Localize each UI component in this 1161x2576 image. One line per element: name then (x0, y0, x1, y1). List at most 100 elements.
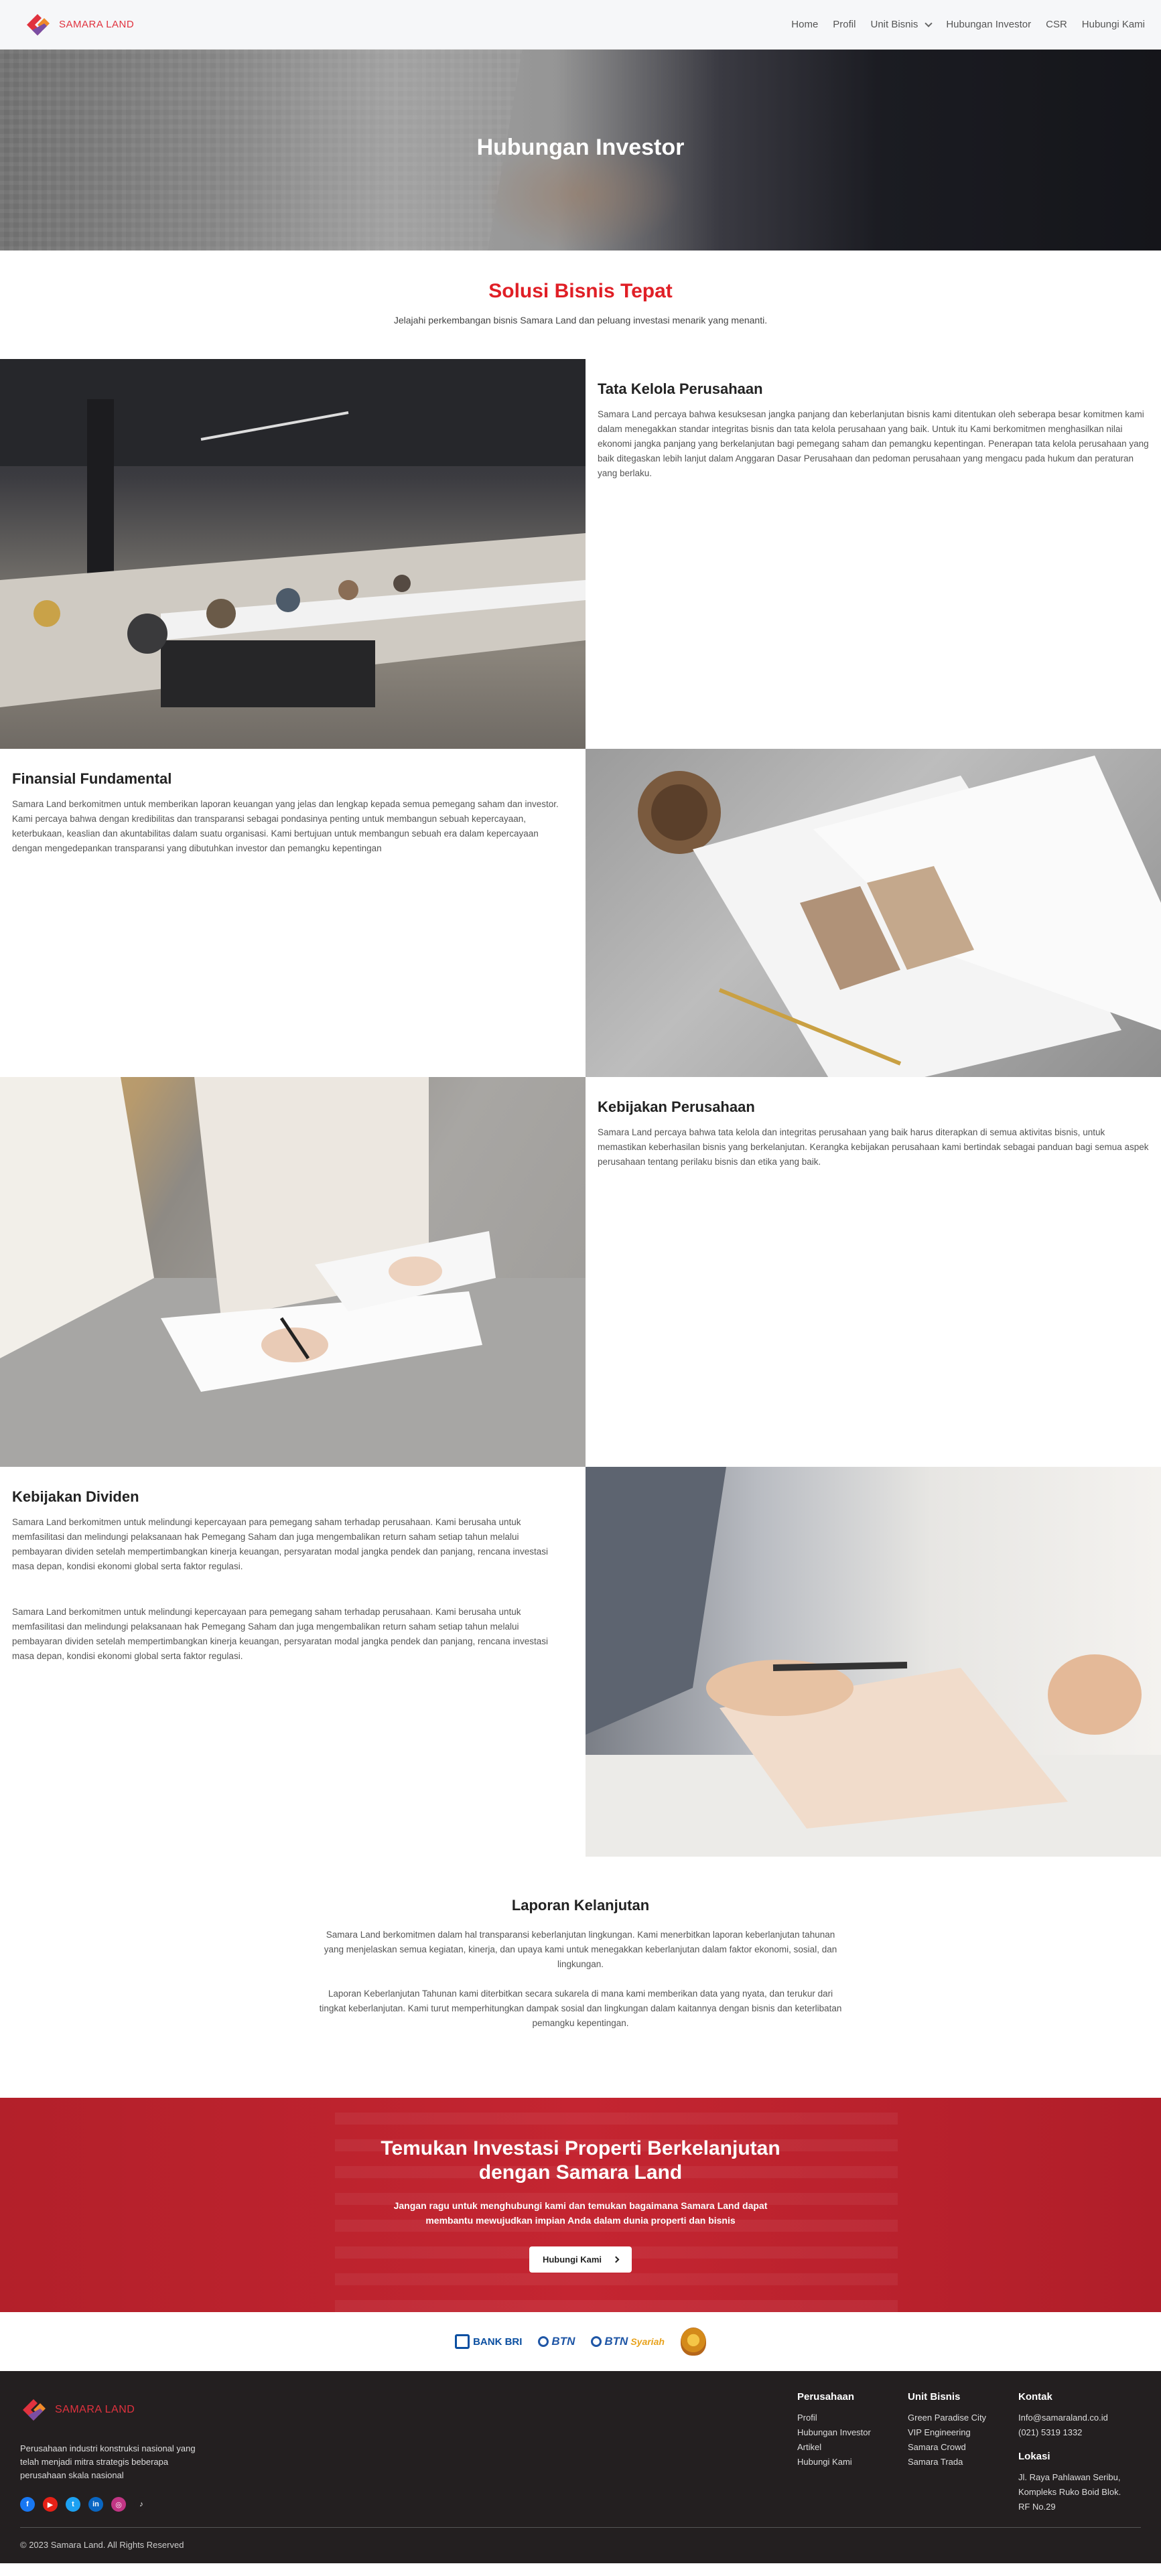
kebijakan-perusahaan-text: Kebijakan Perusahaan Samara Land percaya… (586, 1077, 1161, 1467)
office-illustration (0, 359, 586, 707)
laporan-title: Laporan Kelanjutan (511, 1897, 650, 1914)
nav-profil[interactable]: Profil (833, 19, 856, 30)
footer-tagline: Perusahaan industri konstruksi nasional … (20, 2443, 196, 2480)
cta-title: Temukan Investasi Properti Berkelanjutan… (0, 2098, 1161, 2185)
intro-section: Solusi Bisnis Tepat Jelajahi perkembanga… (0, 251, 1161, 359)
chevron-down-icon (925, 19, 933, 27)
footer-link-artikel[interactable]: Artikel (797, 2440, 908, 2455)
tata-kelola-title: Tata Kelola Perusahaan (598, 380, 763, 397)
tiktok-icon[interactable]: ♪ (134, 2497, 149, 2512)
government-emblem-icon (680, 2328, 706, 2356)
footer-link-hubungi-kami[interactable]: Hubungi Kami (797, 2455, 908, 2470)
nav-hubungan-investor[interactable]: Hubungan Investor (946, 19, 1031, 30)
footer-brand-part1: SAMARA (55, 2404, 102, 2415)
handover-illustration (586, 1467, 1161, 1857)
kebijakan-dividen-text: Kebijakan Dividen Samara Land berkomitme… (0, 1467, 586, 1857)
brand-logo[interactable]: SAMARA LAND (24, 11, 134, 38)
samara-logo-icon (27, 13, 50, 35)
footer-perusahaan: Perusahaan Profil Hubungan Investor Arti… (797, 2391, 908, 2514)
btn-logo: BTN (538, 2335, 575, 2348)
nav-csr[interactable]: CSR (1046, 19, 1067, 30)
btn-icon (538, 2336, 549, 2347)
brand-name-part2: LAND (103, 19, 135, 30)
finansial-text: Finansial Fundamental Samara Land berkom… (0, 749, 586, 1077)
footer-copyright: © 2023 Samara Land. All Rights Reserved (20, 2527, 1141, 2563)
bri-label: BANK BRI (473, 2336, 523, 2348)
social-links: f ▶ t in ◎ ♪ (20, 2497, 208, 2512)
footer-link-vip-engineering[interactable]: VIP Engineering (908, 2425, 1018, 2440)
youtube-icon[interactable]: ▶ (43, 2497, 58, 2512)
footer-kontak-title: Kontak (1018, 2391, 1052, 2403)
tata-kelola-text: Tata Kelola Perusahaan Samara Land perca… (586, 359, 1161, 749)
facebook-icon[interactable]: f (20, 2497, 35, 2512)
office-photo (0, 359, 586, 749)
intro-subtitle: Jelajahi perkembangan bisnis Samara Land… (393, 315, 768, 326)
nav-unit-bisnis[interactable]: Unit Bisnis (870, 19, 933, 30)
nav-hubungi-kami[interactable]: Hubungi Kami (1082, 19, 1145, 30)
bri-icon (455, 2334, 470, 2349)
signing-photo (0, 1077, 586, 1467)
syariah-label: Syariah (630, 2336, 665, 2347)
cta-banner: Temukan Investasi Properti Berkelanjutan… (0, 2098, 1161, 2312)
footer-link-green-paradise[interactable]: Green Paradise City (908, 2411, 1018, 2425)
cta-title-line1: Temukan Investasi Properti Berkelanjutan (381, 2137, 780, 2159)
laporan-paragraph-2: Laporan Keberlanjutan Tahunan kami diter… (319, 1989, 842, 2028)
footer-link-profil[interactable]: Profil (797, 2411, 908, 2425)
page-title: Hubungan Investor (476, 135, 685, 160)
footer-email[interactable]: Info@samaraland.co.id (1018, 2411, 1129, 2425)
footer-perusahaan-title: Perusahaan (797, 2391, 855, 2403)
footer-brand-part2: LAND (101, 2404, 135, 2415)
documents-photo (586, 749, 1161, 1077)
footer-link-hubungan-investor[interactable]: Hubungan Investor (797, 2425, 908, 2440)
section-tata-kelola: Tata Kelola Perusahaan Samara Land perca… (0, 359, 1161, 749)
footer-phone[interactable]: (021) 5319 1332 (1018, 2425, 1129, 2440)
samara-logo-icon (23, 2399, 46, 2421)
finansial-body: Samara Land berkomitmen untuk memberikan… (12, 799, 559, 853)
footer-logo[interactable]: SAMARA LAND (20, 2396, 208, 2423)
nav-home[interactable]: Home (791, 19, 818, 30)
documents-illustration (638, 756, 1161, 1077)
bank-bri-logo: BANK BRI (455, 2334, 522, 2349)
footer-kontak: Kontak Info@samaraland.co.id (021) 5319 … (1018, 2391, 1129, 2514)
footer-link-samara-crowd[interactable]: Samara Crowd (908, 2440, 1018, 2455)
section-kebijakan-perusahaan: Kebijakan Perusahaan Samara Land percaya… (0, 1077, 1161, 1467)
nav-unit-bisnis-label: Unit Bisnis (870, 19, 918, 30)
kebijakan-dividen-body-2: Samara Land berkomitmen untuk melindungi… (12, 1607, 549, 1661)
kebijakan-dividen-body: Samara Land berkomitmen untuk melindungi… (12, 1517, 549, 1571)
chevron-right-icon (612, 2256, 620, 2263)
footer-unit-bisnis: Unit Bisnis Green Paradise City VIP Engi… (908, 2391, 1018, 2514)
instagram-icon[interactable]: ◎ (111, 2497, 126, 2512)
footer-address: Jl. Raya Pahlawan Seribu, Kompleks Ruko … (1018, 2472, 1121, 2512)
linkedin-icon[interactable]: in (88, 2497, 103, 2512)
handover-photo (586, 1467, 1161, 1857)
site-header: SAMARA LAND Home Profil Unit Bisnis Hubu… (0, 0, 1161, 50)
btn-syariah-label: BTN (604, 2335, 628, 2348)
twitter-icon[interactable]: t (66, 2497, 80, 2512)
footer-columns: Perusahaan Profil Hubungan Investor Arti… (797, 2391, 1129, 2514)
site-footer: SAMARA LAND Perusahaan industri konstruk… (0, 2371, 1161, 2563)
hubungi-kami-button[interactable]: Hubungi Kami (529, 2246, 632, 2273)
cta-body: Jangan ragu untuk menghubungi kami dan t… (393, 2200, 768, 2226)
footer-link-samara-trada[interactable]: Samara Trada (908, 2455, 1018, 2470)
hubungi-kami-label: Hubungi Kami (542, 2255, 602, 2265)
btn-syariah-icon (591, 2336, 602, 2347)
hero-banner: Hubungan Investor (0, 50, 1161, 251)
cta-title-line2: dengan Samara Land (478, 2161, 683, 2184)
kebijakan-perusahaan-title: Kebijakan Perusahaan (598, 1098, 755, 1115)
laporan-section: Laporan Kelanjutan Samara Land berkomitm… (0, 1857, 1161, 2098)
laporan-paragraph-1: Samara Land berkomitmen dalam hal transp… (324, 1930, 837, 1969)
btn-label: BTN (551, 2335, 575, 2348)
partner-logos: BANK BRI BTN BTN Syariah (0, 2312, 1161, 2371)
intro-title: Solusi Bisnis Tepat (488, 280, 673, 302)
brand-name-part1: SAMARA (59, 19, 103, 30)
signing-illustration (0, 1077, 586, 1467)
section-kebijakan-dividen: Kebijakan Dividen Samara Land berkomitme… (0, 1467, 1161, 1857)
footer-lokasi-title: Lokasi (1018, 2451, 1050, 2462)
main-nav: Home Profil Unit Bisnis Hubungan Investo… (791, 19, 1145, 30)
finansial-title: Finansial Fundamental (12, 770, 172, 787)
footer-brand: SAMARA LAND Perusahaan industri konstruk… (20, 2396, 208, 2512)
footer-unit-title: Unit Bisnis (908, 2391, 961, 2403)
tata-kelola-body: Samara Land percaya bahwa kesuksesan jan… (598, 409, 1149, 478)
kebijakan-dividen-title: Kebijakan Dividen (12, 1488, 139, 1505)
kebijakan-perusahaan-body: Samara Land percaya bahwa tata kelola da… (598, 1127, 1149, 1167)
